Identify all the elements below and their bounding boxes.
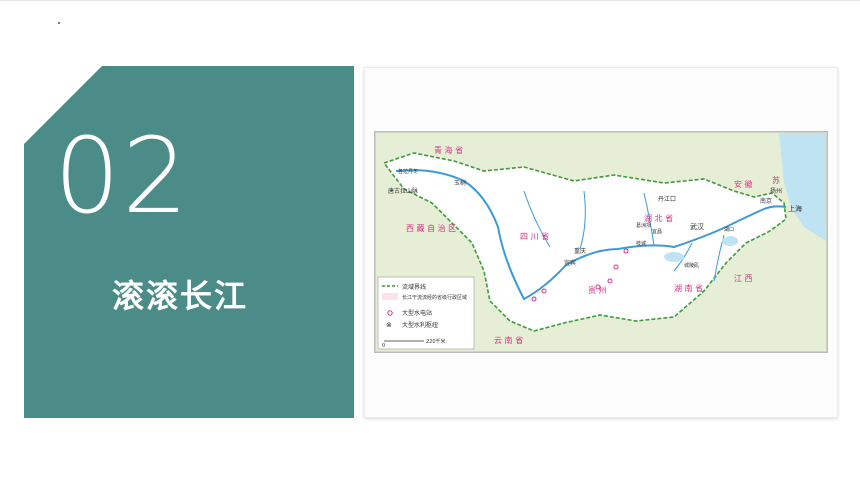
yangtze-basin-map: 青 海 省 西 藏 自 治 区 四 川 省 湖 北 省 湖 南 省 江 西 安 … [374,131,828,353]
label-xizang: 西 藏 自 治 区 [406,223,456,233]
label-qinghai: 青 海 省 [434,145,463,155]
section-number: 02 [54,115,191,237]
decorative-dot [58,22,60,24]
legend-hydro-hub: 大型水利枢纽 [402,321,438,329]
label-geladandong: 各拉丹冬 [398,168,418,175]
hydro-hub-icon: ⊗ [386,321,392,329]
label-chongqing: 重庆 [574,247,586,255]
poyang-lake [722,236,738,246]
label-tanggula: 唐古拉山脉 [388,187,418,195]
label-hubei: 湖 北 省 [644,213,673,223]
top-divider [0,0,860,1]
label-wuhan: 武汉 [690,222,704,231]
label-hukou: 湖口 [724,226,734,233]
label-shanghai: 上海 [788,204,802,213]
scale-value: 220千米 [426,338,446,345]
label-jiangsu: 苏 [772,175,780,185]
label-jiangxi: 江 西 [734,274,753,283]
scale-zero: 0 [382,343,385,349]
label-gezhouba: 葛洲坝 [636,222,651,229]
section-title: 滚滚长江 [112,277,249,315]
label-sichuan: 四 川 省 [520,231,549,241]
label-nanjing: 南京 [760,197,772,205]
label-guizhou: 贵 州 [588,285,607,295]
label-hunan: 湖 南 省 [674,283,703,293]
label-zhicheng: 枝城 [636,240,646,247]
label-yangzhou: 扬州 [770,187,782,195]
legend-hydro-station: 大型水电站 [402,309,432,317]
label-yushu: 玉树 [454,179,466,187]
label-yibin: 宜宾 [564,259,576,267]
label-yichang: 宜昌 [652,228,662,235]
label-yunnan: 云 南 省 [494,335,523,345]
map-legend: 流域界线 长江干流流经的省级行政区域 大型水电站 ⊗ 大型水利枢纽 0 220千… [377,276,475,350]
legend-boundary: 流域界线 [402,283,426,291]
dongting-lake [664,252,684,262]
legend-provinces: 长江干流流经的省级行政区域 [402,294,467,301]
label-anhui: 安 徽 [734,179,753,189]
province-swatch-icon [382,293,398,300]
label-chenglingji: 城陵矶 [684,262,699,269]
label-danjiangkou: 丹江口 [658,196,676,203]
